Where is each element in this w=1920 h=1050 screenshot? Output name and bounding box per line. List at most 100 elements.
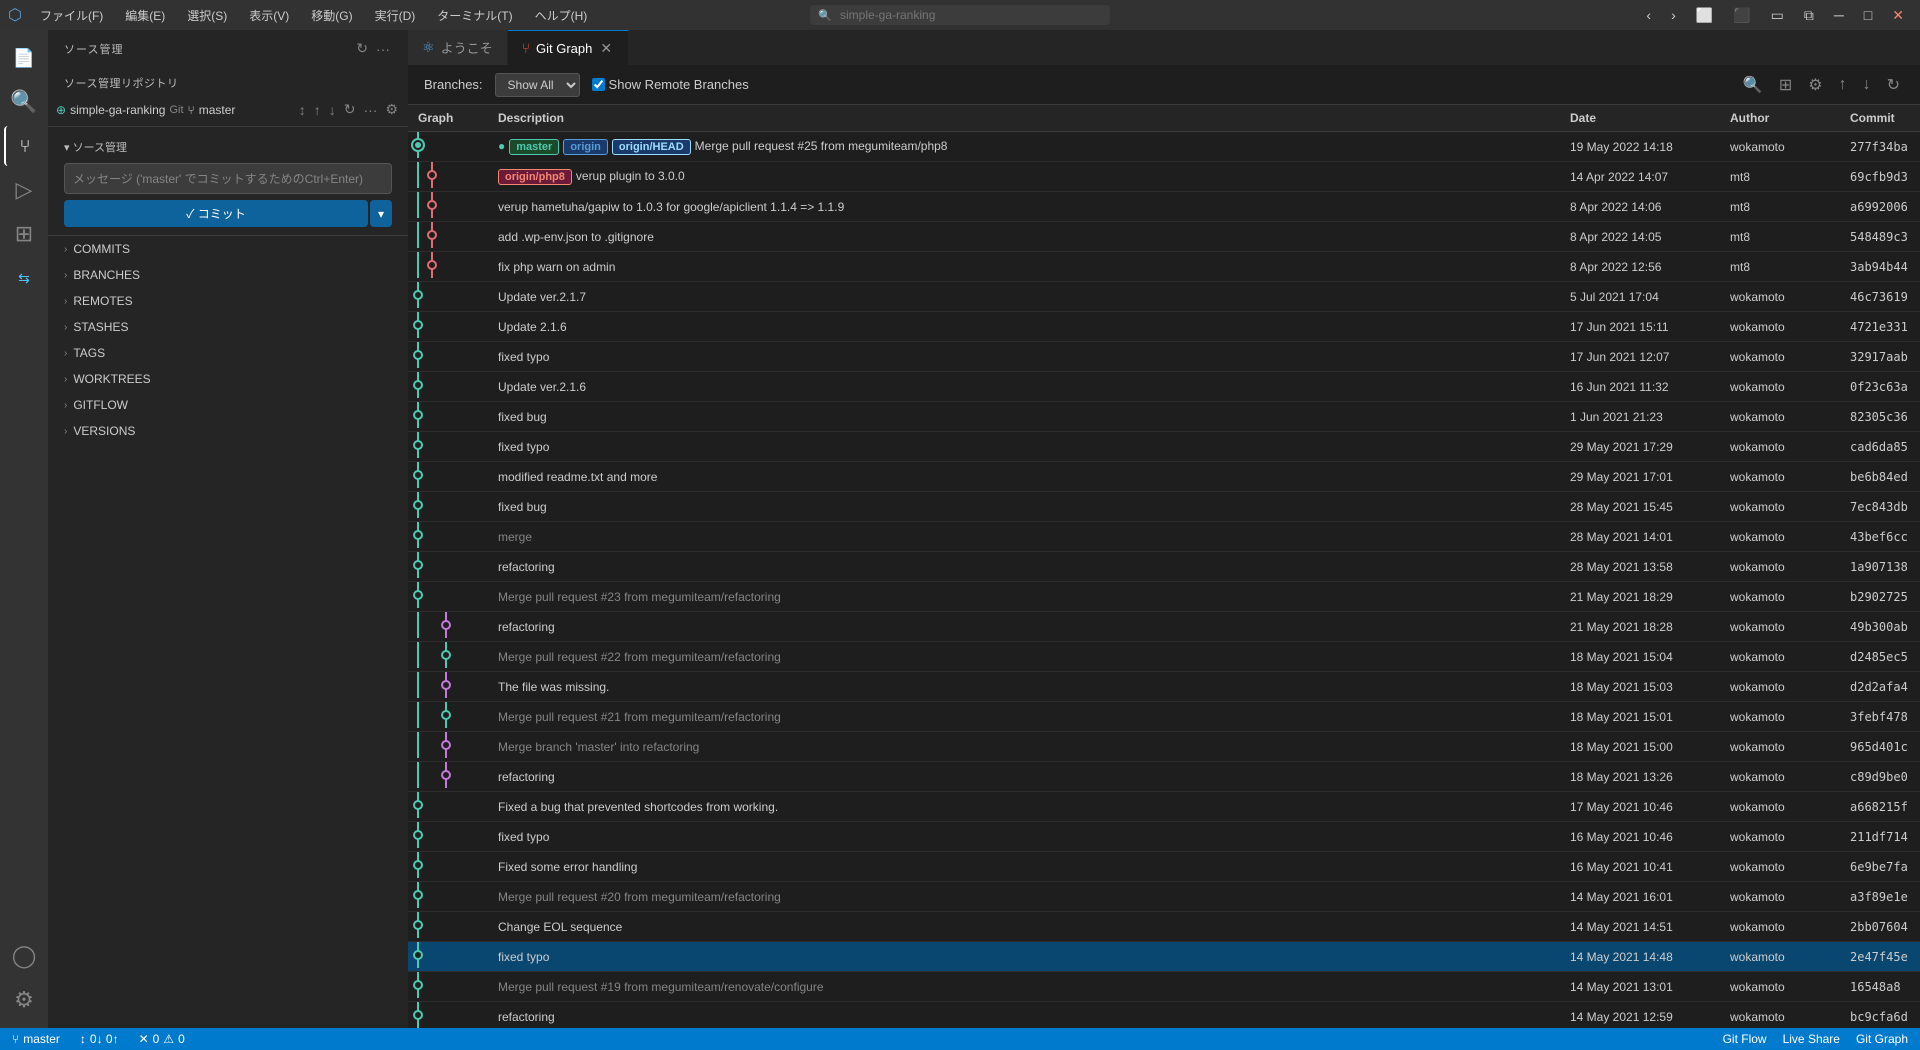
status-branch[interactable]: ⑂ master — [8, 1032, 64, 1046]
status-sync[interactable]: ↕ 0↓ 0↑ — [76, 1032, 123, 1046]
sidebar-section-worktrees[interactable]: ›WORKTREES — [48, 366, 408, 392]
table-row[interactable]: fixed bug28 May 2021 15:45wokamoto7ec843… — [408, 492, 1920, 522]
table-row[interactable]: Update ver.2.1.616 Jun 2021 11:32wokamot… — [408, 372, 1920, 402]
scm-more-btn[interactable]: ··· — [361, 99, 379, 120]
sidebar-section-commits[interactable]: ›COMMITS — [48, 236, 408, 262]
status-git-graph[interactable]: Git Graph — [1852, 1032, 1912, 1046]
nav-back-button[interactable]: ‹ — [1638, 3, 1659, 27]
sidebar-refresh-btn[interactable]: ↻ — [354, 38, 370, 59]
branches-select[interactable]: Show All — [495, 73, 580, 97]
table-row[interactable]: fixed typo14 May 2021 14:48wokamoto2e47f… — [408, 942, 1920, 972]
table-row[interactable]: refactoring18 May 2021 13:26wokamotoc89d… — [408, 762, 1920, 792]
table-row[interactable]: Fixed a bug that prevented shortcodes fr… — [408, 792, 1920, 822]
table-row[interactable]: Fixed some error handling16 May 2021 10:… — [408, 852, 1920, 882]
menu-view[interactable]: 表示(V) — [239, 3, 299, 28]
table-row[interactable]: modified readme.txt and more29 May 2021 … — [408, 462, 1920, 492]
commit-dropdown-button[interactable]: ▾ — [370, 200, 392, 227]
table-row[interactable]: Update 2.1.617 Jun 2021 15:11wokamoto472… — [408, 312, 1920, 342]
git-graph-container[interactable]: Graph Description Date Author Commit ●ma… — [408, 105, 1920, 1028]
layout-toggle-button[interactable]: ⬜ — [1688, 3, 1721, 28]
sidebar-section-tags[interactable]: ›TAGS — [48, 340, 408, 366]
panel-toggle-button[interactable]: ⬛ — [1725, 3, 1758, 28]
menu-edit[interactable]: 編集(E) — [115, 3, 175, 28]
table-row[interactable]: Update ver.2.1.75 Jul 2021 17:04wokamoto… — [408, 282, 1920, 312]
show-remote-branches-checkbox[interactable] — [592, 78, 605, 91]
scm-sync-btn[interactable]: ↕ — [297, 99, 308, 120]
activity-accounts[interactable]: ◯ — [4, 936, 44, 976]
table-row[interactable]: Merge pull request #19 from megumiteam/r… — [408, 972, 1920, 1002]
menu-terminal[interactable]: ターミナル(T) — [427, 3, 522, 28]
commit-hash: c89d9be0 — [1840, 762, 1920, 792]
table-row[interactable]: Merge pull request #20 from megumiteam/r… — [408, 882, 1920, 912]
commit-date: 16 May 2021 10:46 — [1560, 822, 1720, 852]
table-row[interactable]: refactoring28 May 2021 13:58wokamoto1a90… — [408, 552, 1920, 582]
show-remote-branches-label[interactable]: Show Remote Branches — [592, 77, 749, 92]
commit-author: wokamoto — [1720, 792, 1840, 822]
git-graph-remote-btn[interactable]: ⊞ — [1775, 71, 1796, 99]
table-row[interactable]: fixed bug1 Jun 2021 21:23wokamoto82305c3… — [408, 402, 1920, 432]
editor-layout-button[interactable]: ⧉ — [1796, 3, 1822, 28]
menu-select[interactable]: 選択(S) — [177, 3, 237, 28]
tab-git-graph[interactable]: ⑂ Git Graph ✕ — [508, 30, 630, 65]
table-row[interactable]: fixed typo16 May 2021 10:46wokamoto211df… — [408, 822, 1920, 852]
sidebar-more-btn[interactable]: ··· — [374, 38, 392, 59]
table-row[interactable]: merge28 May 2021 14:01wokamoto43bef6cc — [408, 522, 1920, 552]
table-row[interactable]: Merge pull request #23 from megumiteam/r… — [408, 582, 1920, 612]
table-row[interactable]: Merge pull request #21 from megumiteam/r… — [408, 702, 1920, 732]
scm-push-btn[interactable]: ↑ — [312, 99, 323, 120]
table-row[interactable]: fixed typo29 May 2021 17:29wokamotocad6d… — [408, 432, 1920, 462]
status-live-share[interactable]: Live Share — [1779, 1032, 1844, 1046]
search-input[interactable] — [810, 5, 1110, 25]
sidebar-section-gitflow[interactable]: ›GITFLOW — [48, 392, 408, 418]
tab-git-graph-close[interactable]: ✕ — [598, 40, 614, 57]
menu-go[interactable]: 移動(G) — [301, 3, 362, 28]
minimize-button[interactable]: ─ — [1826, 3, 1852, 27]
commit-button[interactable]: ✓ コミット — [64, 200, 368, 227]
menu-run[interactable]: 実行(D) — [365, 3, 426, 28]
nav-forward-button[interactable]: › — [1663, 3, 1684, 27]
scm-settings-btn[interactable]: ⚙ — [383, 99, 400, 120]
table-row[interactable]: add .wp-env.json to .gitignore8 Apr 2022… — [408, 222, 1920, 252]
scm-refresh-btn[interactable]: ↻ — [342, 99, 358, 120]
sidebar-section-remotes[interactable]: ›REMOTES — [48, 288, 408, 314]
close-button[interactable]: ✕ — [1884, 3, 1912, 28]
table-row[interactable]: refactoring21 May 2021 18:28wokamoto49b3… — [408, 612, 1920, 642]
activity-explorer[interactable]: 📄 — [4, 38, 44, 78]
scm-pull-btn[interactable]: ↓ — [327, 99, 338, 120]
sidebar-section-branches[interactable]: ›BRANCHES — [48, 262, 408, 288]
activity-settings[interactable]: ⚙ — [4, 980, 44, 1020]
sidebar-section-stashes[interactable]: ›STASHES — [48, 314, 408, 340]
table-row[interactable]: origin/php8verup plugin to 3.0.014 Apr 2… — [408, 162, 1920, 192]
activity-search[interactable]: 🔍 — [4, 82, 44, 122]
table-row[interactable]: ●masteroriginorigin/HEADMerge pull reque… — [408, 132, 1920, 162]
maximize-button[interactable]: □ — [1856, 3, 1880, 27]
commit-date: 16 May 2021 10:41 — [1560, 852, 1720, 882]
git-graph-refresh-btn[interactable]: ↻ — [1883, 71, 1904, 99]
table-row[interactable]: fixed typo17 Jun 2021 12:07wokamoto32917… — [408, 342, 1920, 372]
menu-file[interactable]: ファイル(F) — [30, 3, 113, 28]
commit-badge: master — [509, 139, 559, 155]
tab-welcome[interactable]: ⚛ ようこそ — [408, 30, 508, 65]
status-errors[interactable]: ✕ 0 ⚠ 0 — [135, 1032, 189, 1046]
status-git-flow[interactable]: Git Flow — [1719, 1032, 1771, 1046]
activity-source-control[interactable]: ⑂ — [4, 126, 44, 166]
table-row[interactable]: Merge branch 'master' into refactoring18… — [408, 732, 1920, 762]
table-row[interactable]: fix php warn on admin8 Apr 2022 12:56mt8… — [408, 252, 1920, 282]
commit-date: 28 May 2021 13:58 — [1560, 552, 1720, 582]
activity-remote[interactable]: ⇆ — [4, 258, 44, 298]
sidebar-toggle-button[interactable]: ▭ — [1763, 3, 1792, 28]
table-row[interactable]: The file was missing.18 May 2021 15:03wo… — [408, 672, 1920, 702]
git-graph-push-btn[interactable]: ↑ — [1835, 72, 1851, 98]
sidebar-section-versions[interactable]: ›VERSIONS — [48, 418, 408, 444]
git-graph-pull-btn[interactable]: ↓ — [1859, 72, 1875, 98]
tab-bar: ⚛ ようこそ ⑂ Git Graph ✕ — [408, 30, 1920, 65]
activity-extensions[interactable]: ⊞ — [4, 214, 44, 254]
activity-run[interactable]: ▷ — [4, 170, 44, 210]
menu-help[interactable]: ヘルプ(H) — [525, 3, 598, 28]
git-graph-search-btn[interactable]: 🔍 — [1739, 71, 1767, 99]
table-row[interactable]: Merge pull request #22 from megumiteam/r… — [408, 642, 1920, 672]
table-row[interactable]: refactoring14 May 2021 12:59wokamotobc9c… — [408, 1002, 1920, 1029]
table-row[interactable]: Change EOL sequence14 May 2021 14:51woka… — [408, 912, 1920, 942]
table-row[interactable]: verup hametuha/gapiw to 1.0.3 for google… — [408, 192, 1920, 222]
git-graph-settings-btn[interactable]: ⚙ — [1804, 71, 1826, 99]
